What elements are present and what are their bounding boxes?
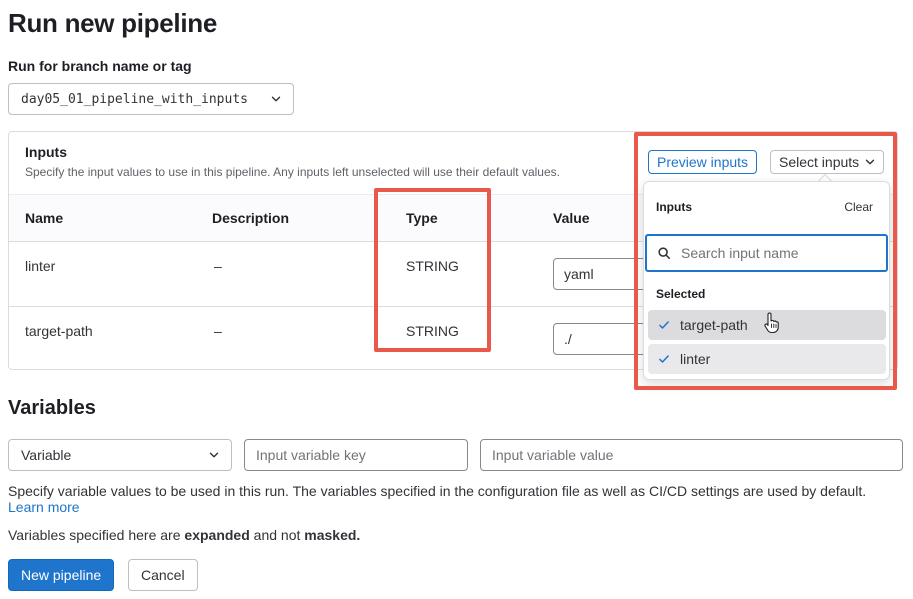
dropdown-item-label: target-path — [680, 317, 748, 333]
select-inputs-button[interactable]: Select inputs — [770, 150, 885, 174]
variable-type-value: Variable — [21, 447, 72, 463]
input-name: target-path — [25, 323, 93, 339]
chevron-down-icon — [865, 159, 875, 165]
note-prefix: Variables specified here are — [8, 527, 181, 543]
inputs-title: Inputs — [25, 144, 67, 160]
select-inputs-label: Select inputs — [779, 154, 860, 170]
input-description: – — [214, 258, 222, 274]
variable-type-dropdown[interactable]: Variable — [8, 439, 232, 471]
input-type: STRING — [406, 323, 459, 339]
new-pipeline-button[interactable]: New pipeline — [8, 559, 115, 591]
branch-dropdown[interactable]: day05_01_pipeline_with_inputs — [8, 83, 294, 115]
column-header-type: Type — [406, 210, 438, 226]
input-description: – — [214, 323, 222, 339]
input-type: STRING — [406, 258, 459, 274]
learn-more-link[interactable]: Learn more — [8, 499, 80, 515]
column-header-value: Value — [553, 210, 590, 226]
clear-button[interactable]: Clear — [844, 200, 873, 214]
variables-expand-note: Variables specified here are expanded an… — [8, 527, 360, 543]
selected-section-label: Selected — [656, 287, 706, 301]
variables-help-text: Specify variable values to be used in th… — [8, 483, 888, 515]
variables-title: Variables — [8, 397, 96, 419]
dropdown-item-label: linter — [680, 351, 711, 367]
note-expanded: expanded — [184, 527, 250, 543]
note-middle: and not — [253, 527, 301, 543]
page-title: Run new pipeline — [8, 8, 217, 38]
chevron-down-icon — [271, 96, 281, 102]
search-placeholder: Search input name — [681, 245, 799, 261]
check-icon — [659, 355, 669, 363]
hand-cursor-icon — [764, 312, 779, 334]
variable-key-input[interactable] — [244, 439, 468, 471]
note-masked: masked. — [304, 527, 361, 543]
column-header-name: Name — [25, 210, 64, 226]
inputs-description: Specify the input values to use in this … — [25, 165, 560, 179]
search-input[interactable]: Search input name — [645, 234, 888, 272]
column-header-description: Description — [212, 210, 290, 226]
cancel-button[interactable]: Cancel — [128, 559, 198, 591]
select-inputs-dropdown: Inputs Clear Search input name Selected … — [643, 181, 890, 380]
dropdown-item-linter[interactable]: linter — [648, 344, 886, 374]
input-name: linter — [25, 258, 56, 274]
chevron-down-icon — [209, 452, 219, 458]
variables-help-sentence: Specify variable values to be used in th… — [8, 483, 867, 499]
search-icon — [658, 247, 671, 260]
preview-inputs-button[interactable]: Preview inputs — [648, 150, 758, 174]
dropdown-header: Inputs — [656, 200, 692, 214]
check-icon — [659, 321, 669, 329]
branch-dropdown-value: day05_01_pipeline_with_inputs — [21, 91, 248, 107]
variable-value-input[interactable] — [480, 439, 903, 471]
branch-label: Run for branch name or tag — [8, 58, 192, 74]
